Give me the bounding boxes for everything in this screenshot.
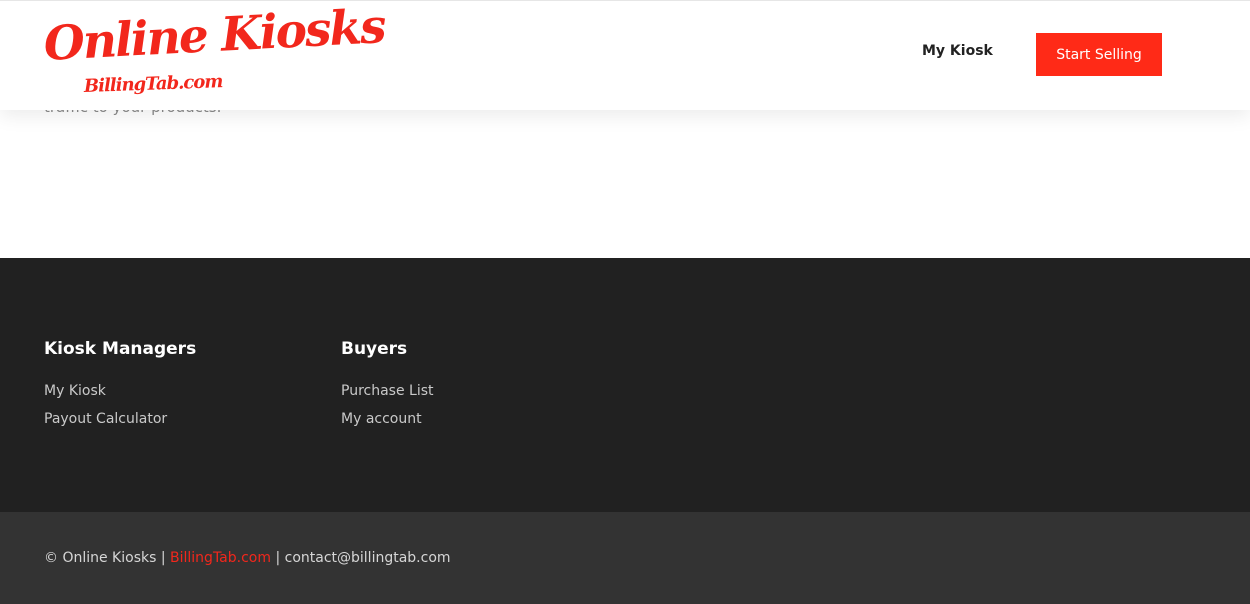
- list-item: Purchase List: [341, 376, 434, 404]
- site-logo[interactable]: Online Kiosks BillingTab.com: [43, 0, 386, 101]
- billingtab-link[interactable]: BillingTab.com: [170, 550, 271, 566]
- logo-main-text: Online Kiosks: [42, 0, 386, 72]
- list-item: My Kiosk: [44, 376, 196, 404]
- footer-column-kiosk-managers: Kiosk Managers My Kiosk Payout Calculato…: [44, 338, 196, 432]
- list-item: Payout Calculator: [44, 404, 196, 432]
- footer-heading: Buyers: [341, 339, 408, 359]
- footer-link-list: Purchase List My account: [341, 376, 434, 432]
- logo-sub-text: BillingTab.com: [83, 71, 223, 97]
- site-header: Online Kiosks BillingTab.com My Kiosk St…: [0, 0, 1250, 110]
- start-selling-button[interactable]: Start Selling: [1036, 33, 1162, 76]
- site-footer: Kiosk Managers My Kiosk Payout Calculato…: [0, 258, 1250, 512]
- page: traffic to your products. Online Kiosks …: [0, 0, 1250, 604]
- footer-link-my-account[interactable]: My account: [341, 411, 422, 427]
- nav-my-kiosk-link[interactable]: My Kiosk: [922, 43, 993, 59]
- bottom-bar: © Online Kiosks | BillingTab.com | conta…: [0, 512, 1250, 604]
- copyright-prefix: © Online Kiosks |: [44, 550, 171, 566]
- copyright-text: © Online Kiosks | BillingTab.com | conta…: [44, 550, 451, 566]
- footer-link-payout-calculator[interactable]: Payout Calculator: [44, 411, 167, 427]
- footer-link-list: My Kiosk Payout Calculator: [44, 376, 196, 432]
- contact-email-link[interactable]: contact@billingtab.com: [285, 550, 451, 566]
- footer-link-my-kiosk[interactable]: My Kiosk: [44, 383, 106, 399]
- footer-heading: Kiosk Managers: [44, 339, 197, 359]
- copyright-separator: |: [271, 550, 285, 566]
- footer-column-buyers: Buyers Purchase List My account: [341, 338, 434, 432]
- footer-link-purchase-list[interactable]: Purchase List: [341, 383, 434, 399]
- list-item: My account: [341, 404, 434, 432]
